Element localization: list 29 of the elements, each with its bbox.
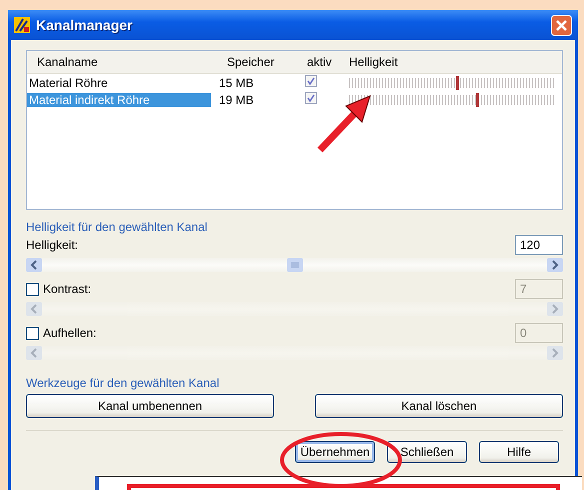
slider-thumb[interactable] bbox=[456, 76, 459, 90]
column-header[interactable]: Kanalname bbox=[27, 55, 217, 69]
scroll-bar[interactable] bbox=[26, 258, 563, 272]
right-arrow-icon[interactable] bbox=[547, 258, 563, 272]
memory-cell-text: 19 MB bbox=[218, 92, 255, 106]
memory-cell-text: 15 MB bbox=[218, 76, 255, 90]
group-label: Helligkeit für den gewählten Kanal bbox=[26, 220, 208, 234]
dialog-button[interactable]: Übernehmen bbox=[295, 441, 375, 463]
column-header[interactable]: aktiv bbox=[297, 55, 339, 69]
annotation-arrow bbox=[317, 95, 371, 152]
dialog-button[interactable]: Schließen bbox=[387, 441, 467, 463]
checkbox[interactable] bbox=[305, 75, 317, 87]
value-field[interactable]: 120 bbox=[515, 235, 563, 255]
left-arrow-icon[interactable] bbox=[26, 258, 42, 272]
setting-label: Kontrast: bbox=[43, 282, 92, 296]
group-label: Werkzeuge für den gewählten Kanal bbox=[26, 376, 220, 390]
close-icon[interactable] bbox=[551, 14, 572, 36]
slider-thumb[interactable] bbox=[476, 92, 480, 106]
column-header[interactable]: Speicher bbox=[217, 55, 297, 69]
channel-name[interactable]: Material Röhre bbox=[27, 76, 217, 90]
dialog-button[interactable]: Hilfe bbox=[479, 441, 559, 463]
window-title: Kanalmanager bbox=[36, 17, 132, 33]
checkbox[interactable] bbox=[305, 92, 317, 104]
setting-label: Aufhellen: bbox=[43, 326, 98, 340]
tool-button[interactable]: Kanal umbenennen bbox=[26, 394, 274, 418]
tool-button[interactable]: Kanal löschen bbox=[315, 394, 563, 418]
column-header[interactable]: Helligkeit bbox=[339, 55, 562, 69]
setting-label: Helligkeit: bbox=[26, 238, 80, 252]
app-icon bbox=[14, 17, 30, 33]
